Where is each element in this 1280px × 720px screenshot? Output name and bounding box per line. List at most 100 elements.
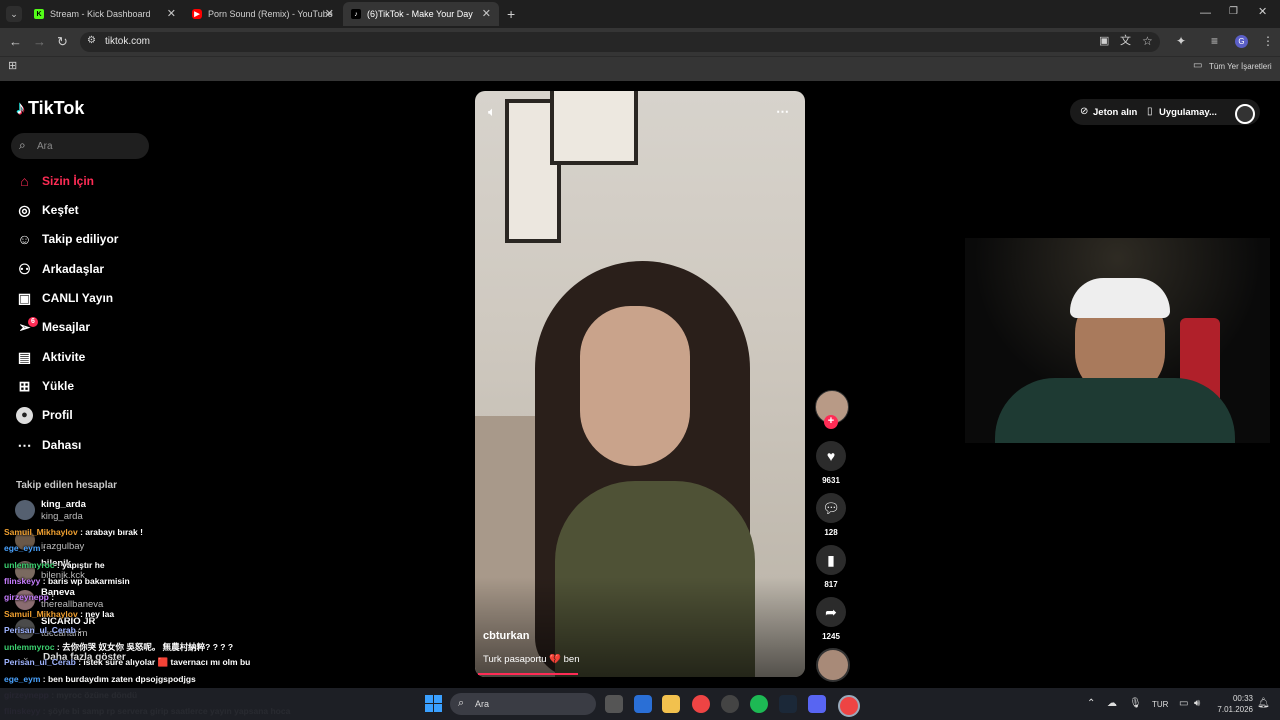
comment-action[interactable]: 💬︎ 128: [816, 493, 846, 537]
extensions-icon[interactable]: ✦: [1176, 35, 1186, 47]
notification-icon[interactable]: 🔔︎: [1257, 698, 1270, 709]
comment-icon[interactable]: 💬︎: [816, 493, 846, 523]
nav-label: Mesajlar: [42, 320, 91, 334]
following-title: Takip edilen hesaplar: [16, 480, 117, 491]
spotify-icon[interactable]: [750, 695, 768, 713]
minimize-icon[interactable]: —: [1200, 8, 1211, 19]
tray-chevron-icon[interactable]: ⌃: [1087, 698, 1095, 709]
chat-message: girzeynepp :: [4, 592, 54, 602]
get-app-button[interactable]: Uygulamay...: [1159, 107, 1217, 118]
avatar[interactable]: [15, 500, 35, 520]
tiktok-logo[interactable]: ♪ TikTok: [16, 98, 84, 119]
nav-label: Keşfet: [42, 203, 79, 217]
app-icon[interactable]: [721, 695, 739, 713]
following-name[interactable]: king_arda: [41, 499, 86, 510]
friends-icon: ⚇: [18, 260, 31, 277]
clock-time[interactable]: 00:33: [1221, 694, 1253, 703]
restore-icon[interactable]: ❐: [1229, 7, 1238, 17]
profile-avatar[interactable]: G: [1235, 35, 1248, 48]
windows-start-icon[interactable]: [425, 695, 442, 712]
bookmarks-bar: [0, 56, 1280, 81]
address-bar[interactable]: [80, 32, 1160, 52]
compass-icon: ◎: [18, 201, 31, 218]
nav-friends[interactable]: ⚇ Arkadaşlar: [16, 258, 104, 280]
apps-grid-icon[interactable]: ⊞: [8, 61, 17, 72]
tab-kick[interactable]: K Stream - Kick Dashboard ✕: [26, 2, 184, 26]
volume-icon[interactable]: 🔈︎: [488, 104, 496, 120]
site-info-icon[interactable]: ⚙: [87, 36, 96, 46]
discord-icon[interactable]: [808, 695, 826, 713]
progress-bar[interactable]: [478, 673, 578, 675]
media-icon[interactable]: ≡: [1211, 35, 1218, 47]
search-box[interactable]: [11, 133, 149, 159]
nav-profile[interactable]: ● Profil: [16, 404, 73, 426]
volume-tray-icon[interactable]: 🔊︎: [1194, 698, 1200, 709]
store-icon[interactable]: [634, 695, 652, 713]
all-bookmarks-link[interactable]: Tüm Yer İşaretleri: [1209, 62, 1272, 71]
phone-icon: ▯: [1147, 106, 1153, 117]
video-player[interactable]: [475, 91, 805, 677]
chat-username: unlemmyroc: [4, 642, 55, 652]
nav-upload[interactable]: ⊞ Yükle: [16, 375, 74, 397]
file-explorer-icon[interactable]: [662, 695, 680, 713]
mic-icon[interactable]: 🎙︎: [1129, 698, 1142, 709]
tiktok-note-icon: ♪: [16, 98, 25, 118]
chat-username: unlemmyroc: [4, 560, 55, 570]
save-action[interactable]: ▮ 817: [816, 545, 846, 589]
task-view-icon[interactable]: [605, 695, 623, 713]
get-coins-button[interactable]: Jeton alın: [1093, 107, 1137, 118]
bookmark-star-icon[interactable]: ☆: [1142, 35, 1153, 47]
share-icon[interactable]: ➦: [816, 597, 846, 627]
save-count: 817: [824, 580, 838, 589]
share-action[interactable]: ➦ 1245: [816, 597, 846, 641]
chrome-icon[interactable]: [692, 695, 710, 713]
nav-for-you[interactable]: ⌂ Sizin İçin: [16, 170, 94, 192]
translate-icon[interactable]: 文: [1120, 36, 1131, 47]
tab-youtube[interactable]: ▶ Porn Sound (Remix) - YouTube ✕: [184, 2, 342, 26]
heart-icon[interactable]: ♥: [816, 441, 846, 471]
nav-more[interactable]: ⋯ Dahası: [16, 434, 82, 456]
more-options-icon[interactable]: ⋯: [776, 104, 789, 120]
close-icon[interactable]: ✕: [325, 7, 334, 20]
tab-tiktok[interactable]: ♪ (6)TikTok - Make Your Day ✕: [343, 2, 499, 26]
cast-icon[interactable]: ▣: [1099, 36, 1109, 47]
user-avatar[interactable]: [1235, 104, 1255, 124]
nav-following[interactable]: ☺ Takip ediliyor: [16, 228, 118, 250]
nav-label: Aktivite: [42, 350, 86, 364]
like-action[interactable]: ♥ 9631: [816, 441, 846, 485]
new-tab-icon[interactable]: +: [507, 7, 515, 21]
chat-text: : yapıştır he: [54, 560, 105, 570]
close-icon[interactable]: ✕: [167, 7, 176, 20]
close-icon[interactable]: ✕: [482, 7, 491, 20]
video-author[interactable]: cbturkan: [483, 630, 529, 642]
address-text[interactable]: tiktok.com: [105, 36, 150, 47]
close-window-icon[interactable]: ✕: [1258, 7, 1267, 18]
network-icon[interactable]: ▭: [1179, 698, 1188, 709]
onedrive-icon[interactable]: ☁: [1107, 698, 1117, 709]
chat-text: :: [48, 592, 55, 602]
chat-username: Perisan_ul_Cerab: [4, 657, 76, 667]
menu-icon[interactable]: ⋮: [1262, 35, 1274, 47]
taskbar-search-placeholder: Ara: [475, 699, 490, 709]
chat-message: Perisan_ul_Cerab :: [4, 625, 81, 635]
clock-date[interactable]: 7.01.2026: [1208, 705, 1253, 714]
chrome-active-icon[interactable]: [838, 695, 860, 717]
bookmark-icon[interactable]: ▮: [816, 545, 846, 575]
home-icon: ⌂: [20, 173, 29, 189]
taskbar-search[interactable]: [450, 693, 596, 715]
steam-icon[interactable]: [779, 695, 797, 713]
follow-plus-icon[interactable]: +: [824, 415, 838, 429]
back-icon[interactable]: ←: [9, 35, 22, 48]
nav-messages[interactable]: ➢ Mesajlar: [16, 316, 90, 338]
nav-explore[interactable]: ◎ Keşfet: [16, 199, 79, 221]
chat-username: Samuil_Mikhaylov: [4, 527, 78, 537]
tab-search-icon[interactable]: ⌄: [6, 6, 22, 22]
chat-username: ege_eym: [4, 543, 41, 553]
reload-icon[interactable]: ↻: [57, 35, 68, 48]
nav-activity[interactable]: ▤ Aktivite: [16, 346, 85, 368]
youtube-icon: ▶: [192, 9, 202, 19]
language-indicator[interactable]: TUR: [1152, 700, 1168, 709]
nav-live[interactable]: ▣ CANLI Yayın: [16, 287, 113, 309]
sound-disc[interactable]: [816, 648, 850, 682]
forward-icon[interactable]: →: [33, 35, 46, 48]
